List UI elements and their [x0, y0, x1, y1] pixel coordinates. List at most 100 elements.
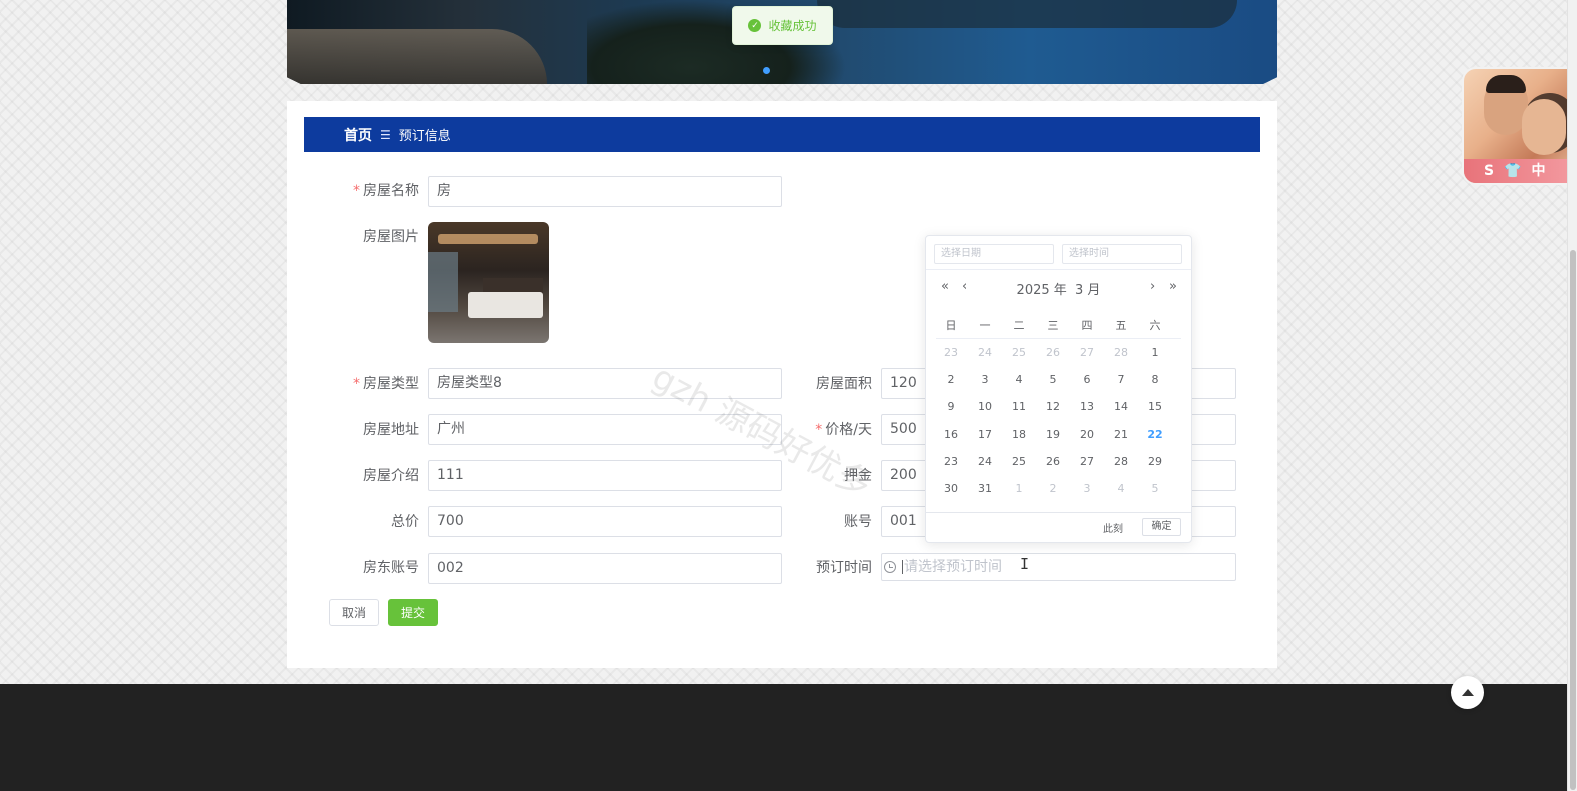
calendar-day[interactable]: 20	[1075, 428, 1099, 441]
deposit-label: 押金	[844, 468, 872, 484]
calendar-day[interactable]: 8	[1143, 373, 1167, 386]
calendar-day[interactable]: 13	[1075, 400, 1099, 413]
calendar-day[interactable]: 23	[939, 455, 963, 468]
calendar-day[interactable]: 11	[1007, 400, 1031, 413]
calendar-day[interactable]: 28	[1109, 346, 1133, 359]
calendar-day[interactable]: 22	[1143, 428, 1167, 441]
picker-time-input[interactable]: 选择时间	[1062, 244, 1182, 264]
calendar-day[interactable]: 4	[1109, 482, 1133, 495]
weekday-header: 六	[1149, 319, 1161, 332]
next-month-icon[interactable]: ›	[1150, 279, 1155, 294]
calendar-day[interactable]: 2	[939, 373, 963, 386]
calendar-day[interactable]: 26	[1041, 346, 1065, 359]
landlord-account-input[interactable]: 002	[428, 553, 782, 584]
calendar-day[interactable]: 9	[939, 400, 963, 413]
weekday-header: 二	[1013, 319, 1025, 332]
calendar-day[interactable]: 17	[973, 428, 997, 441]
thumb-window	[428, 252, 458, 312]
prev-year-icon[interactable]: «	[941, 279, 949, 294]
check-circle-icon: ✓	[748, 19, 762, 32]
text-caret	[902, 560, 903, 574]
house-intro-label: 房屋介绍	[363, 468, 419, 484]
calendar-day[interactable]: 29	[1143, 455, 1167, 468]
house-image-thumbnail[interactable]	[428, 222, 549, 343]
booking-time-input[interactable]: 请选择预订时间	[881, 553, 1236, 581]
calendar-day[interactable]: 30	[939, 482, 963, 495]
picker-header-divider	[926, 269, 1191, 270]
picker-month[interactable]: 3 月	[1075, 283, 1100, 298]
booking-time-label: 预订时间	[816, 560, 872, 576]
text-cursor-icon: I	[1020, 555, 1030, 573]
calendar-day[interactable]: 27	[1075, 455, 1099, 468]
scrollbar-thumb[interactable]	[1570, 250, 1576, 790]
calendar-day[interactable]: 23	[939, 346, 963, 359]
house-intro-input[interactable]: 111	[428, 460, 782, 491]
toolbar-icons: S👕中	[1484, 163, 1556, 179]
toast-message: 收藏成功	[768, 19, 817, 33]
calendar-day[interactable]: 31	[973, 482, 997, 495]
calendar-day[interactable]: 18	[1007, 428, 1031, 441]
calendar-day[interactable]: 3	[1075, 482, 1099, 495]
breadcrumb-home[interactable]: 首页	[344, 125, 372, 145]
calendar-day[interactable]: 27	[1075, 346, 1099, 359]
house-address-label: 房屋地址	[363, 422, 419, 438]
price-per-day-label: * 价格/天	[815, 422, 872, 438]
confirm-button[interactable]: 确定	[1142, 518, 1181, 536]
calendar-day[interactable]: 12	[1041, 400, 1065, 413]
calendar-day[interactable]: 5	[1041, 373, 1065, 386]
picker-year[interactable]: 2025 年	[1017, 283, 1067, 298]
house-type-input[interactable]: 房屋类型8	[428, 368, 782, 399]
calendar-day[interactable]: 1	[1007, 482, 1031, 495]
house-name-label: * 房屋名称	[353, 183, 419, 199]
breadcrumb: 首页 ☰ 预订信息	[304, 117, 1260, 152]
calendar-day[interactable]: 5	[1143, 482, 1167, 495]
calendar-day[interactable]: 25	[1007, 346, 1031, 359]
calendar-day[interactable]: 25	[1007, 455, 1031, 468]
house-type-label: * 房屋类型	[353, 376, 419, 392]
calendar-day[interactable]: 24	[973, 346, 997, 359]
house-name-input[interactable]: 房	[428, 176, 782, 207]
banner-island	[817, 0, 1237, 28]
calendar-day[interactable]: 3	[973, 373, 997, 386]
thumb-light	[438, 234, 538, 244]
carousel-indicator-dot[interactable]	[763, 67, 770, 74]
thumb-bed	[468, 292, 543, 318]
calendar-day[interactable]: 21	[1109, 428, 1133, 441]
calendar-day[interactable]: 14	[1109, 400, 1133, 413]
picker-date-input[interactable]: 选择日期	[934, 244, 1054, 264]
house-area-label: 房屋面积	[816, 376, 872, 392]
breadcrumb-separator-icon: ☰	[380, 127, 391, 142]
floating-avatar-ad[interactable]: S👕中	[1462, 67, 1577, 185]
calendar-day[interactable]: 10	[973, 400, 997, 413]
calendar-day[interactable]: 7	[1109, 373, 1133, 386]
total-price-input[interactable]: 700	[428, 506, 782, 537]
calendar-day[interactable]: 26	[1041, 455, 1065, 468]
cancel-button[interactable]: 取消	[329, 599, 379, 626]
calendar-day[interactable]: 4	[1007, 373, 1031, 386]
weekday-header: 五	[1115, 319, 1127, 332]
page-scrollbar[interactable]	[1567, 0, 1577, 791]
banner-rock	[287, 29, 547, 84]
calendar-day[interactable]: 1	[1143, 346, 1167, 359]
house-image-label: 房屋图片	[363, 229, 419, 245]
calendar-day[interactable]: 24	[973, 455, 997, 468]
calendar-day[interactable]: 2	[1041, 482, 1065, 495]
house-address-input[interactable]: 广州	[428, 414, 782, 445]
weekday-header: 三	[1047, 319, 1059, 332]
weekday-header: 一	[979, 319, 991, 332]
now-button[interactable]: 此刻	[1103, 520, 1123, 535]
avatar-face-right	[1522, 99, 1566, 155]
prev-month-icon[interactable]: ‹	[962, 279, 967, 294]
calendar-day[interactable]: 6	[1075, 373, 1099, 386]
back-to-top-button[interactable]	[1451, 676, 1484, 709]
calendar-day[interactable]: 16	[939, 428, 963, 441]
next-year-icon[interactable]: »	[1169, 279, 1177, 294]
account-label: 账号	[844, 514, 872, 530]
submit-button[interactable]: 提交	[388, 599, 438, 626]
calendar-day[interactable]: 19	[1041, 428, 1065, 441]
calendar-day[interactable]: 28	[1109, 455, 1133, 468]
picker-footer-divider	[926, 512, 1191, 513]
calendar-day[interactable]: 15	[1143, 400, 1167, 413]
caret-up-icon	[1461, 689, 1474, 696]
datetime-picker-popup: 选择日期 选择时间 2025 年 3 月 « ‹ › » 此刻 确定 日 一 二 三 四…	[925, 235, 1192, 543]
